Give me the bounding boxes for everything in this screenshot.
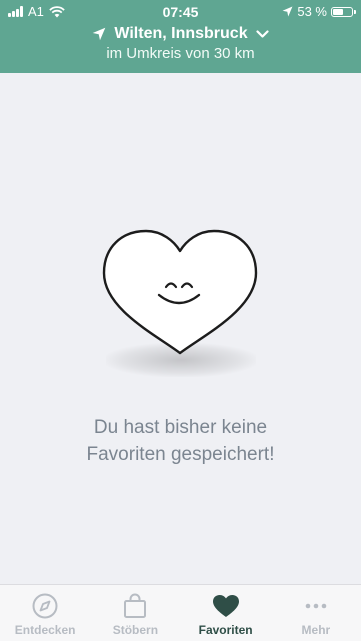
location-label: Wilten, Innsbruck <box>114 25 248 42</box>
location-arrow-icon <box>93 27 106 41</box>
tab-bar: Entdecken Stöbern Favoriten Mehr <box>0 584 361 641</box>
heart-icon <box>212 595 239 617</box>
empty-state-message: Du hast bisher keine Favoriten gespeiche… <box>0 414 361 468</box>
status-bar: A1 07:45 53 % <box>0 0 361 22</box>
chevron-down-icon <box>255 29 269 38</box>
battery-icon <box>331 6 356 17</box>
tab-label: Favoriten <box>198 623 253 637</box>
favorites-empty-state: Du hast bisher keine Favoriten gespeiche… <box>0 73 361 585</box>
compass-icon <box>32 593 58 619</box>
tab-favoriten[interactable]: Favoriten <box>181 585 271 641</box>
radius-label[interactable]: im Umkreis von 30 km <box>0 45 361 62</box>
tab-mehr[interactable]: Mehr <box>271 585 361 641</box>
tab-entdecken[interactable]: Entdecken <box>0 585 90 641</box>
location-services-icon <box>282 6 293 17</box>
tab-stoebern[interactable]: Stöbern <box>90 585 180 641</box>
location-selector[interactable]: Wilten, Innsbruck <box>0 23 361 45</box>
tab-label: Stöbern <box>112 623 159 637</box>
tab-label: Mehr <box>301 623 331 637</box>
empty-state-line-1: Du hast bisher keine <box>93 417 268 438</box>
smiling-heart-illustration <box>96 225 264 385</box>
shopping-bag-icon <box>124 593 147 618</box>
empty-state-line-2: Favoriten gespeichert! <box>86 444 275 465</box>
header: A1 07:45 53 % Wilten, Innsbruck im Umkre… <box>0 0 361 73</box>
battery-percent: 53 % <box>297 4 327 19</box>
tab-label: Entdecken <box>14 623 76 637</box>
more-dots-icon <box>305 603 327 609</box>
